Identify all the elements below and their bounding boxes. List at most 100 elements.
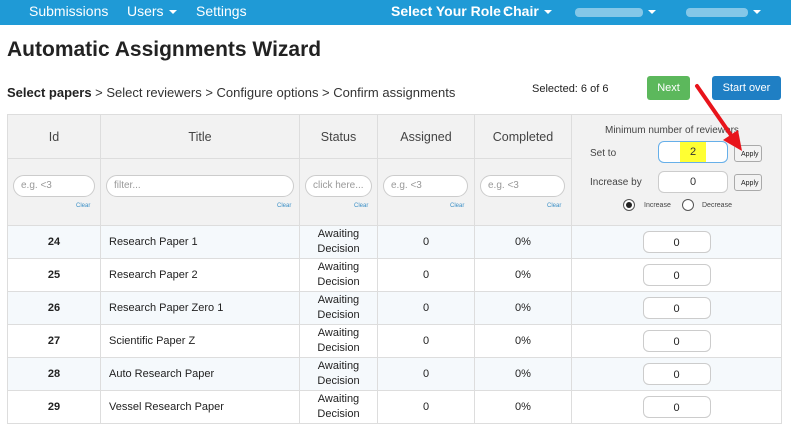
row-min-cell: 0 [571, 291, 782, 325]
header-id[interactable]: Id [7, 114, 101, 159]
row-min-cell: 0 [571, 357, 782, 391]
row-title: Research Paper 1 [100, 225, 300, 259]
nav-users[interactable]: Users [127, 3, 177, 19]
filter-cell-assigned: e.g. <3 Clear [377, 158, 475, 226]
row-min-cell: 0 [571, 390, 782, 424]
row-id: 28 [7, 357, 101, 391]
row-completed: 0% [474, 324, 572, 358]
row-completed: 0% [474, 390, 572, 424]
row-title: Auto Research Paper [100, 357, 300, 391]
row-assigned: 0 [377, 258, 475, 292]
title-filter-input[interactable]: filter... [106, 175, 294, 197]
min-reviewers-input[interactable]: 0 [642, 231, 711, 253]
assigned-filter-input[interactable]: e.g. <3 [383, 175, 468, 197]
row-assigned: 0 [377, 291, 475, 325]
row-min-cell: 0 [571, 225, 782, 259]
blurred-text [575, 7, 643, 17]
row-status: Awaiting Decision [299, 390, 378, 424]
nav-submissions[interactable]: Submissions [29, 3, 108, 19]
row-min-cell: 0 [571, 324, 782, 358]
increase-by-input[interactable]: 0 [658, 171, 728, 193]
min-reviewers-input[interactable]: 0 [642, 297, 711, 319]
header-status[interactable]: Status [299, 114, 378, 159]
filter-cell-completed: e.g. <3 Clear [474, 158, 572, 226]
nav-settings[interactable]: Settings [196, 3, 247, 19]
row-title: Research Paper Zero 1 [100, 291, 300, 325]
selected-count: Selected: 6 of 6 [532, 83, 609, 95]
completed-filter-input[interactable]: e.g. <3 [480, 175, 565, 197]
min-reviewers-input[interactable]: 0 [642, 396, 711, 418]
remaining-steps: > Select reviewers > Configure options >… [91, 85, 456, 100]
set-to-apply-button[interactable]: Apply [734, 145, 762, 162]
min-reviewers-panel: Minimum number of reviewers Set to 2 App… [572, 115, 780, 225]
status-filter-input[interactable]: click here... [305, 175, 372, 197]
row-status: Awaiting Decision [299, 357, 378, 391]
row-status: Awaiting Decision [299, 258, 378, 292]
row-id: 24 [7, 225, 101, 259]
next-button[interactable]: Next [647, 76, 690, 100]
row-title: Vessel Research Paper [100, 390, 300, 424]
row-assigned: 0 [377, 357, 475, 391]
row-id: 29 [7, 390, 101, 424]
row-assigned: 0 [377, 390, 475, 424]
row-completed: 0% [474, 357, 572, 391]
current-step: Select papers [7, 85, 92, 100]
decrease-label: Decrease [702, 202, 732, 209]
row-id: 25 [7, 258, 101, 292]
row-title: Research Paper 2 [100, 258, 300, 292]
chevron-down-icon [168, 10, 177, 15]
header-assigned[interactable]: Assigned [377, 114, 475, 159]
row-id: 26 [7, 291, 101, 325]
row-status: Awaiting Decision [299, 324, 378, 358]
row-id: 27 [7, 324, 101, 358]
id-filter-clear[interactable]: Clear [76, 203, 90, 209]
table-row: 24 Research Paper 1 Awaiting Decision 0 … [7, 225, 782, 259]
role-value: Chair [503, 3, 539, 19]
row-min-cell: 0 [571, 258, 782, 292]
row-assigned: 0 [377, 225, 475, 259]
completed-filter-clear[interactable]: Clear [547, 203, 561, 209]
filter-cell-id: e.g. <3 Clear [7, 158, 101, 226]
wizard-breadcrumb: Select papers > Select reviewers > Confi… [7, 85, 455, 100]
filter-cell-status: click here... Clear [299, 158, 378, 226]
top-navbar: Submissions Users Settings Select Your R… [0, 0, 791, 25]
role-label: Select Your Role : [391, 3, 510, 19]
chevron-down-icon [753, 10, 761, 15]
set-to-input[interactable]: 2 [658, 141, 728, 163]
increase-by-apply-button[interactable]: Apply [734, 174, 762, 191]
set-to-label: Set to [590, 148, 617, 159]
chevron-down-icon [543, 10, 552, 15]
row-completed: 0% [474, 258, 572, 292]
user-menu[interactable] [686, 3, 761, 19]
table-row: 27 Scientific Paper Z Awaiting Decision … [7, 324, 782, 358]
min-reviewers-input[interactable]: 0 [642, 330, 711, 352]
row-status: Awaiting Decision [299, 225, 378, 259]
role-dropdown[interactable]: Chair [503, 3, 552, 19]
blurred-text [686, 7, 748, 17]
increase-by-label: Increase by [590, 177, 642, 188]
filter-cell-title: filter... Clear [100, 158, 300, 226]
account-menu[interactable] [575, 3, 656, 19]
id-filter-input[interactable]: e.g. <3 [13, 175, 95, 197]
decrease-radio[interactable] [682, 199, 694, 211]
status-filter-clear[interactable]: Clear [354, 203, 368, 209]
increase-label: Increase [644, 202, 671, 209]
start-over-button[interactable]: Start over [712, 76, 781, 100]
table-row: 28 Auto Research Paper Awaiting Decision… [7, 357, 782, 391]
min-reviewers-input[interactable]: 0 [642, 363, 711, 385]
page-title: Automatic Assignments Wizard [7, 38, 322, 61]
min-reviewers-input[interactable]: 0 [642, 264, 711, 286]
table-row: 25 Research Paper 2 Awaiting Decision 0 … [7, 258, 782, 292]
min-reviewers-heading: Minimum number of reviewers [605, 125, 739, 136]
assigned-filter-clear[interactable]: Clear [450, 203, 464, 209]
row-assigned: 0 [377, 324, 475, 358]
title-filter-clear[interactable]: Clear [277, 203, 291, 209]
row-status: Awaiting Decision [299, 291, 378, 325]
header-title[interactable]: Title [100, 114, 300, 159]
nav-users-label: Users [127, 3, 164, 19]
row-completed: 0% [474, 291, 572, 325]
row-completed: 0% [474, 225, 572, 259]
header-completed[interactable]: Completed [474, 114, 572, 159]
increase-radio[interactable] [623, 199, 635, 211]
set-to-value: 2 [679, 142, 707, 162]
